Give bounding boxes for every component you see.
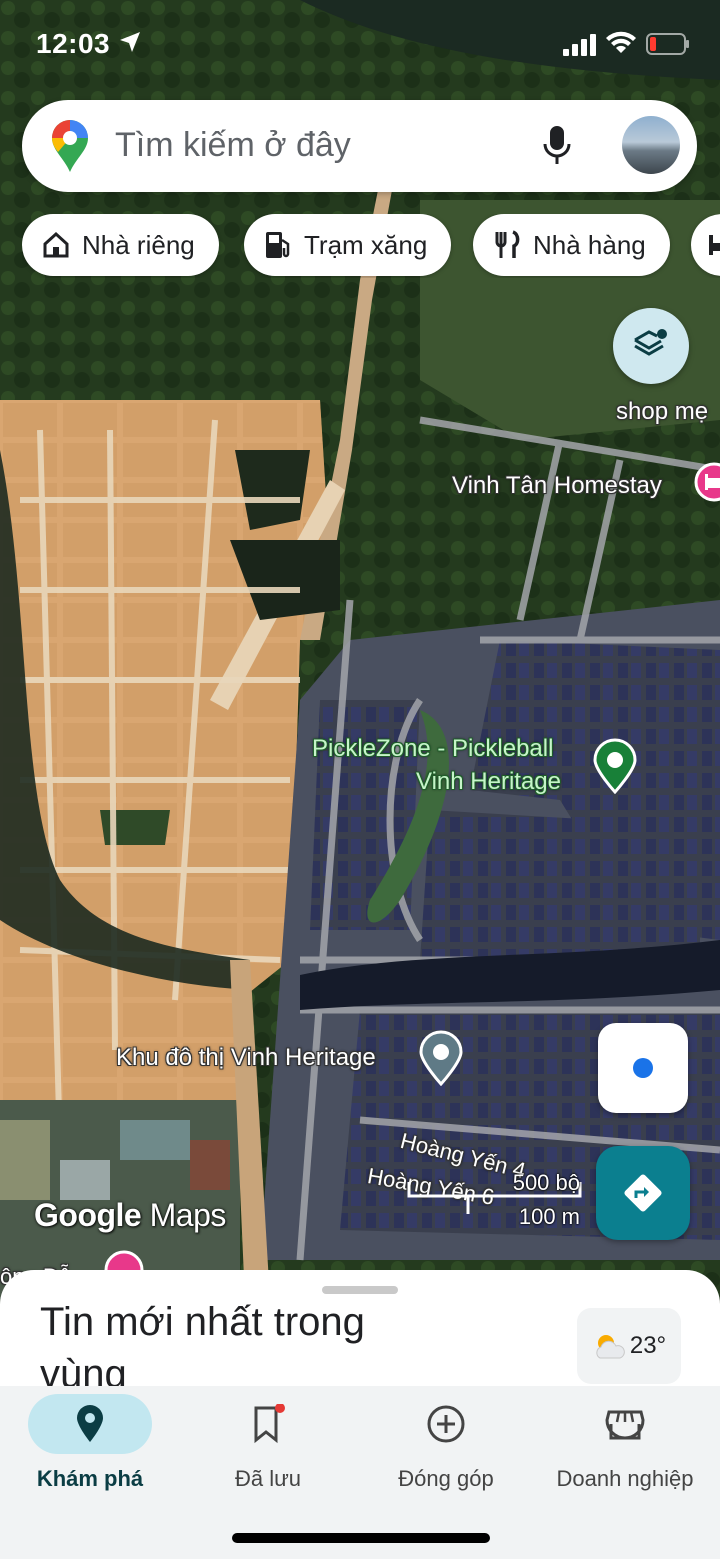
- google-maps-watermark: Google Maps: [34, 1197, 226, 1234]
- nav-contribute[interactable]: Đóng góp: [356, 1386, 536, 1506]
- layers-button[interactable]: [613, 308, 689, 384]
- place-pin-icon[interactable]: [418, 1030, 464, 1091]
- add-circle-icon: [356, 1404, 536, 1444]
- explore-pin-icon: [0, 1404, 180, 1444]
- bookmark-icon: [178, 1404, 358, 1444]
- directions-icon: [624, 1174, 662, 1212]
- chip-restaurant[interactable]: Nhà hàng: [473, 214, 670, 276]
- battery-icon: [646, 33, 689, 55]
- chip-label: Nhà hàng: [533, 229, 646, 260]
- google-maps-logo-icon: [52, 120, 88, 172]
- search-bar[interactable]: Tìm kiếm ở đây: [22, 100, 697, 192]
- sheet-drag-handle[interactable]: [322, 1286, 398, 1294]
- weather-badge[interactable]: 23°: [577, 1308, 681, 1384]
- nav-label: Doanh nghiệp: [556, 1466, 694, 1491]
- home-icon: [42, 231, 70, 259]
- category-chips: Nhà riêng Trạm xăng Nhà hàng: [22, 214, 720, 278]
- nav-label: Khám phá: [36, 1466, 144, 1491]
- chip-label: Trạm xăng: [304, 229, 428, 260]
- storefront-icon: [535, 1404, 715, 1444]
- status-time: 12:03: [36, 28, 111, 59]
- status-bar: 12:03: [0, 0, 720, 90]
- nav-label: Đóng góp: [398, 1466, 494, 1491]
- partly-cloudy-icon: [592, 1332, 626, 1360]
- chip-gas-station[interactable]: Trạm xăng: [244, 214, 452, 276]
- search-input[interactable]: Tìm kiếm ở đây: [115, 126, 351, 165]
- cellular-signal-icon: [563, 34, 596, 56]
- nav-label: Đã lưu: [234, 1466, 302, 1491]
- chip-label: Nhà riêng: [82, 229, 195, 260]
- weather-temp: 23°: [629, 1332, 667, 1359]
- home-indicator[interactable]: [232, 1533, 490, 1543]
- map-label-picklezone-line2[interactable]: Vinh Heritage: [416, 768, 561, 796]
- nav-saved[interactable]: Đã lưu: [178, 1386, 358, 1506]
- location-arrow-icon: [120, 32, 140, 52]
- my-location-icon: [633, 1058, 653, 1078]
- scale-imperial: 500 bộ: [512, 1170, 580, 1195]
- directions-button[interactable]: [596, 1146, 690, 1240]
- layers-icon: [634, 329, 667, 356]
- map-scale: 500 bộ 100 m: [406, 1168, 584, 1230]
- watermark-google: Google: [34, 1197, 142, 1233]
- my-location-button[interactable]: [598, 1023, 688, 1113]
- watermark-maps: Maps: [149, 1197, 227, 1233]
- chip-home[interactable]: Nhà riêng: [22, 214, 219, 276]
- hotel-pin-icon[interactable]: [694, 462, 720, 513]
- avatar[interactable]: [622, 116, 680, 174]
- sports-pin-icon[interactable]: [592, 738, 638, 799]
- wifi-icon: [606, 31, 636, 53]
- hotel-icon: [707, 231, 720, 259]
- scale-metric: 100 m: [518, 1204, 580, 1229]
- nav-business[interactable]: Doanh nghiệp: [535, 1386, 715, 1506]
- chip-hotel[interactable]: [691, 214, 720, 276]
- map-label-shop[interactable]: shop mẹ: [616, 398, 708, 426]
- gas-station-icon: [264, 230, 292, 260]
- microphone-icon[interactable]: [542, 124, 572, 168]
- nav-explore[interactable]: Khám phá: [0, 1386, 180, 1506]
- map-label-picklezone-line1[interactable]: PickleZone - Pickleball: [312, 735, 553, 763]
- map-label-homestay[interactable]: Vinh Tân Homestay: [452, 472, 662, 500]
- map-label-urban-area[interactable]: Khu đô thị Vinh Heritage: [116, 1044, 376, 1072]
- sheet-title: Tin mới nhất trong vùng: [40, 1300, 365, 1396]
- restaurant-icon: [493, 230, 521, 260]
